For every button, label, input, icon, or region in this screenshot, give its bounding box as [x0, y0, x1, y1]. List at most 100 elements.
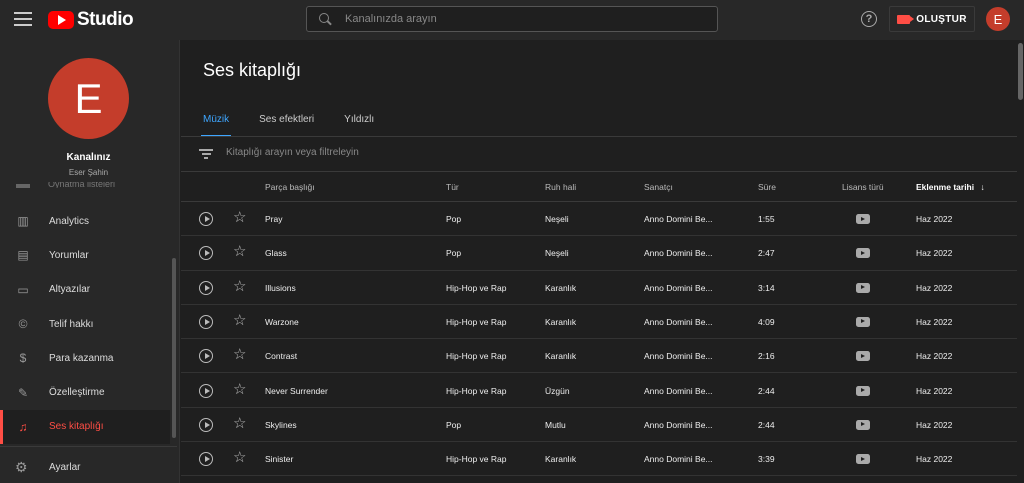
track-added-date: Haz 2022 — [916, 248, 953, 259]
sidebar-divider — [0, 446, 177, 447]
track-added-date: Haz 2022 — [916, 385, 953, 396]
table-row[interactable]: ☆ Glass Pop Neşeli Anno Domini Be... 2:47 Haz … — [181, 236, 1017, 271]
channel-user: Eser Şahin — [68, 168, 109, 177]
main-content: Ses kitaplığı Müzik Ses efektleri Yıldız… — [181, 40, 1024, 483]
track-artist[interactable]: Anno Domini Be... — [644, 317, 713, 327]
search-box[interactable] — [306, 6, 718, 32]
copyright-icon: © — [18, 317, 28, 332]
column-header-title[interactable]: Parça başlığı — [265, 182, 315, 192]
table-row[interactable]: ☆ Pray Pop Neşeli Anno Domini Be... 1:55 Haz 2… — [181, 202, 1017, 237]
table-row[interactable]: ☆ Illusions Hip-Hop ve Rap Karanlık Anno Dom… — [181, 271, 1017, 305]
sidebar-item-customization[interactable]: ✎ Özelleştirme — [0, 375, 170, 409]
tab-sound-effects[interactable]: Ses efektleri — [259, 114, 314, 138]
play-icon[interactable] — [199, 246, 213, 261]
sidebar-item-playlists[interactable]: Oynatma listeleri — [48, 182, 115, 188]
sort-arrow-icon: ↓ — [980, 182, 985, 192]
analytics-icon: ▥ — [17, 214, 29, 229]
youtube-logo-icon — [48, 11, 74, 29]
youtube-studio-logo[interactable]: Studio — [48, 9, 134, 31]
play-icon[interactable] — [199, 314, 213, 329]
star-icon[interactable]: ☆ — [233, 347, 246, 362]
create-button[interactable]: OLUŞTUR — [889, 6, 975, 32]
youtube-license-icon[interactable] — [856, 316, 870, 327]
star-icon[interactable]: ☆ — [233, 416, 246, 431]
play-icon[interactable] — [199, 452, 213, 467]
play-icon[interactable] — [199, 212, 213, 226]
filter-icon[interactable] — [199, 149, 213, 159]
track-artist[interactable]: Anno Domini Be... — [644, 351, 713, 361]
track-title: Illusions — [265, 282, 296, 293]
youtube-license-icon[interactable] — [856, 351, 870, 362]
sidebar-item-monetization[interactable]: $ Para kazanma — [0, 341, 170, 375]
star-icon[interactable]: ☆ — [233, 210, 246, 225]
youtube-license-icon[interactable] — [856, 454, 870, 465]
table-row[interactable]: ☆ Never Surrender Hip-Hop ve Rap Üzgün Anno … — [181, 374, 1017, 408]
youtube-license-icon[interactable] — [856, 385, 870, 396]
star-icon[interactable]: ☆ — [233, 244, 246, 259]
column-header-mood[interactable]: Ruh hali — [545, 182, 576, 192]
sidebar-item-copyright[interactable]: © Telif hakkı — [0, 307, 170, 341]
account-avatar[interactable]: E — [986, 7, 1010, 31]
table-header: Parça başlığı Tür Ruh hali Sanatçı Süre … — [181, 172, 1017, 202]
track-artist[interactable]: Anno Domini Be... — [644, 214, 713, 224]
track-duration: 2:44 — [758, 419, 775, 430]
star-icon[interactable]: ☆ — [233, 382, 246, 397]
play-icon[interactable] — [199, 383, 213, 398]
youtube-license-icon[interactable] — [856, 282, 870, 293]
filter-input[interactable] — [226, 147, 526, 158]
sidebar-item-label: Telif hakkı — [49, 318, 94, 330]
table-row[interactable]: ☆ Warzone Hip-Hop ve Rap Karanlık Anno Domin… — [181, 305, 1017, 340]
track-title: Pray — [265, 214, 283, 224]
track-mood: Karanlık — [545, 454, 577, 465]
channel-avatar[interactable]: E — [48, 58, 129, 139]
sidebar-item-audio-library[interactable]: ♫ Ses kitaplığı — [0, 409, 170, 445]
comments-icon: ▤ — [17, 248, 29, 263]
sidebar-item-subtitles[interactable]: ▭ Altyazılar — [0, 273, 170, 307]
star-icon[interactable]: ☆ — [233, 450, 246, 465]
table-row[interactable]: ☆ Contrast Hip-Hop ve Rap Karanlık Anno Domi… — [181, 339, 1017, 374]
track-artist[interactable]: Anno Domini Be... — [644, 248, 713, 258]
dollar-icon: $ — [19, 351, 27, 366]
play-icon[interactable] — [199, 417, 213, 432]
sidebar-item-analytics[interactable]: ▥ Analytics — [0, 204, 170, 238]
column-header-duration[interactable]: Süre — [758, 182, 776, 192]
youtube-license-icon[interactable] — [856, 214, 870, 224]
tab-bar: Müzik Ses efektleri Yıldızlı — [200, 114, 404, 138]
column-header-added[interactable]: Eklenme tarihi ↓ — [916, 182, 985, 192]
help-icon[interactable]: ? — [861, 11, 877, 27]
track-duration: 2:47 — [758, 248, 775, 259]
track-added-date: Haz 2022 — [916, 351, 953, 362]
track-artist[interactable]: Anno Domini Be... — [644, 454, 713, 464]
tab-music[interactable]: Müzik — [200, 114, 232, 138]
sidebar-item-settings[interactable]: ⚙ Ayarlar — [0, 451, 170, 483]
sidebar-item-comments[interactable]: ▤ Yorumlar — [0, 238, 170, 272]
star-icon[interactable]: ☆ — [233, 313, 246, 328]
channel-name: Kanalınız — [66, 152, 111, 163]
main-scrollbar[interactable] — [1017, 40, 1024, 483]
star-icon[interactable]: ☆ — [233, 279, 246, 294]
track-title: Sinister — [265, 454, 294, 465]
table-row[interactable]: ☆ Skylines Pop Mutlu Anno Domini Be... 2:44 Ha… — [181, 408, 1017, 443]
track-duration: 2:16 — [758, 351, 775, 362]
column-header-genre[interactable]: Tür — [446, 182, 459, 192]
track-duration: 1:55 — [758, 214, 775, 224]
track-title: Warzone — [265, 316, 299, 327]
youtube-license-icon[interactable] — [856, 248, 870, 259]
sidebar-item-label: Analytics — [49, 215, 90, 227]
menu-icon[interactable] — [14, 12, 32, 26]
sidebar-scrollbar[interactable] — [172, 258, 176, 438]
play-icon[interactable] — [199, 349, 213, 364]
column-header-artist[interactable]: Sanatçı — [644, 182, 673, 192]
track-artist[interactable]: Anno Domini Be... — [644, 283, 713, 293]
play-icon[interactable] — [199, 280, 213, 295]
track-added-date: Haz 2022 — [916, 214, 953, 224]
track-mood: Karanlık — [545, 316, 577, 327]
tab-starred[interactable]: Yıldızlı — [344, 114, 374, 138]
track-artist[interactable]: Anno Domini Be... — [644, 420, 713, 430]
track-artist[interactable]: Anno Domini Be... — [644, 386, 713, 396]
search-input[interactable] — [345, 13, 685, 25]
track-added-date: Haz 2022 — [916, 454, 953, 465]
column-header-license[interactable]: Lisans türü — [842, 182, 884, 192]
youtube-license-icon[interactable] — [856, 419, 870, 430]
table-row[interactable]: ☆ Sinister Hip-Hop ve Rap Karanlık Anno Domi… — [181, 442, 1017, 477]
